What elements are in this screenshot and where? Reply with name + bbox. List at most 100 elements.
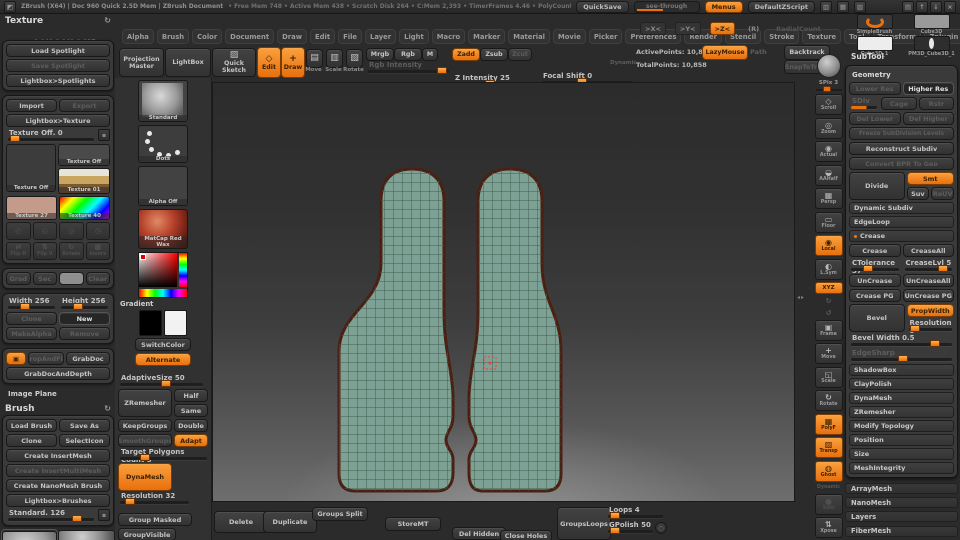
shelf-icon-button[interactable]: ◍ Ghost (814, 460, 843, 482)
shelf-icon-button[interactable]: ▨ Transp (814, 437, 843, 458)
refresh-icon[interactable]: ↻ (104, 404, 111, 413)
current-brush-tool[interactable]: SimpleBrush (848, 14, 901, 35)
secondary-color-swatch[interactable] (164, 310, 187, 336)
load-brush-button[interactable]: Load Brush (6, 419, 57, 432)
mirror-y-button[interactable]: >Y< (674, 22, 701, 35)
move-mode-button[interactable]: ▤ (306, 49, 323, 68)
gradient-label[interactable]: Gradient (120, 300, 208, 308)
mrgb-button[interactable]: Mrgb (366, 48, 394, 61)
edgeloop-section[interactable]: EdgeLoop (849, 216, 954, 228)
mirror-z-button[interactable]: >Z< (709, 22, 736, 35)
save-spotlight-button[interactable]: Save Spotlight (6, 59, 110, 72)
refresh-icon[interactable]: ↻ (104, 16, 111, 25)
texture-transform-icon[interactable]: ◶ (59, 222, 84, 240)
lightbox-spotlights-button[interactable]: Lightbox>Spotlights (6, 74, 110, 87)
menu-item[interactable]: Layer (365, 29, 397, 44)
lazymouse-button[interactable]: LazyMouse (702, 45, 748, 60)
texture-select-slider[interactable]: Texture Off. 0 (6, 129, 96, 142)
menu-item[interactable]: Macro (431, 29, 466, 44)
dynamic-subdiv-section[interactable]: Dynamic Subdiv (849, 202, 954, 214)
dynamesh-button[interactable]: DynaMesh (118, 463, 172, 491)
sdiv-slider[interactable]: SDiv (849, 97, 879, 110)
reconstruct-subdiv-button[interactable]: Reconstruct Subdiv (849, 142, 954, 155)
spix-slider[interactable]: SPix 3 (815, 80, 843, 92)
half-button[interactable]: Half (174, 389, 208, 402)
current-brush-thumb[interactable]: Standard (138, 80, 188, 122)
window-control-icon[interactable]: ↑ (916, 0, 928, 13)
tool-cube3d[interactable]: Cube3D (905, 14, 958, 35)
shelf-icon-button[interactable]: ◎ Zoom (814, 117, 843, 139)
dynamesh-section[interactable]: DynaMesh (849, 392, 954, 404)
lightbox-texture-button[interactable]: Lightbox>Texture (6, 114, 110, 127)
rstr-button[interactable]: Rstr (918, 97, 954, 110)
window-control-icon[interactable]: × (944, 0, 956, 13)
export-texture-button[interactable]: Export (59, 99, 110, 112)
sec-button[interactable]: Sec (32, 272, 57, 285)
texture-flip-icon[interactable]: ▩ Invers (85, 242, 110, 260)
fill-color-swatch[interactable] (59, 272, 84, 285)
texture-thumb-40[interactable]: Texture 40 (59, 196, 110, 220)
subpalette-header[interactable]: FiberMesh (845, 525, 958, 537)
double-button[interactable]: Double (174, 419, 208, 432)
shelf-icon-button[interactable]: + Move (814, 343, 843, 364)
see-through-slider[interactable]: see-through (633, 0, 700, 13)
shelf-icon-button[interactable]: ◐ L.Sym (814, 258, 843, 280)
mirror-x-button[interactable]: >X< (640, 22, 666, 35)
del-lower-button[interactable]: Del Lower (849, 112, 901, 125)
gpolish-mode-icon[interactable]: ○ (655, 522, 667, 534)
menu-item[interactable]: File (338, 29, 363, 44)
zsub-button[interactable]: Zsub (480, 48, 508, 61)
dynamesh-resolution-slider[interactable]: Resolution 32 (118, 492, 191, 505)
modify-topology-section[interactable]: Modify Topology (849, 420, 954, 432)
adapt-button[interactable]: Adapt (174, 434, 208, 447)
texture-transform-icon[interactable]: ◵ (32, 222, 57, 240)
crease-button[interactable]: Crease (849, 244, 901, 257)
edgesharp-slider[interactable]: EdgeSharp (849, 349, 954, 362)
size-section[interactable]: Size (849, 448, 954, 460)
shelf-icon-button[interactable]: ◒ AAHalf (814, 164, 843, 186)
grad-button[interactable]: Grad (6, 272, 31, 285)
groups-split-button[interactable]: Groups Split (312, 507, 368, 521)
shelf-icon-button[interactable]: ◉ Actual (814, 141, 843, 162)
texture-height-slider[interactable]: Height 256 (59, 297, 110, 310)
lightbox-button[interactable]: LightBox (165, 48, 211, 77)
del-hidden-button[interactable]: Del Hidden (452, 527, 506, 540)
claypolish-section[interactable]: ClayPolish (849, 378, 954, 390)
subpalette-header[interactable]: ArrayMesh (845, 483, 958, 494)
current-texture-thumb[interactable]: Texture Off (6, 144, 56, 192)
clear-button[interactable]: Clear (85, 272, 110, 285)
keepgroups-button[interactable]: KeepGroups (118, 419, 172, 432)
cropandfill-icon[interactable]: ▣ (6, 352, 26, 365)
lower-res-button[interactable]: Lower Res (849, 82, 901, 95)
rgb-button[interactable]: Rgb (394, 48, 422, 61)
shelf-icon-button[interactable]: ↻ (820, 297, 838, 306)
menu-item[interactable]: Alpha (122, 29, 154, 44)
current-stroke-thumb[interactable]: Dots (138, 125, 188, 163)
uncrease-all-button[interactable]: UnCreaseAll (902, 274, 954, 287)
menu-item[interactable]: Marker (468, 29, 506, 44)
brush-thumb[interactable]: Standard (1, 529, 58, 540)
default-zscript-button[interactable]: DefaultZScript (747, 0, 815, 13)
menu-item[interactable]: Draw (277, 29, 308, 44)
smoothgroups-button[interactable]: SmoothGroups (118, 434, 172, 447)
meshintegrity-section[interactable]: MeshIntegrity (849, 462, 954, 474)
position-section[interactable]: Position (849, 434, 954, 446)
hue-strip-vertical[interactable] (179, 253, 187, 287)
texture-flip-icon[interactable]: ↻ Rotate (59, 242, 84, 260)
cropandfill-button[interactable]: CropAndFill (28, 352, 64, 365)
image-plane-item[interactable]: Image Plane (2, 388, 114, 399)
subtool-section[interactable]: SubTool (845, 50, 958, 63)
window-control-icon[interactable]: ▤ (902, 0, 914, 13)
shelf-icon-button[interactable]: ◉ Local (814, 235, 843, 256)
save-as-brush-button[interactable]: Save As (59, 419, 110, 432)
shadowbox-section[interactable]: ShadowBox (849, 364, 954, 376)
shelf-icon-button[interactable]: ↻ Rotate (814, 390, 843, 411)
storemt-button[interactable]: StoreMT (385, 517, 441, 531)
radial-r-button[interactable]: (R) (744, 23, 763, 34)
shelf-icon-button[interactable]: ● Solo (814, 493, 843, 515)
switchcolor-button[interactable]: SwitchColor (135, 338, 191, 351)
main-color-swatch[interactable] (139, 310, 162, 336)
canvas-divider-handle[interactable]: ◂ ▴ ▸ (489, 496, 507, 503)
shelf-icon-button[interactable]: ▦ PolyF (814, 413, 843, 435)
tray-scroll-arrows[interactable]: ◂ ▸ (797, 294, 804, 301)
